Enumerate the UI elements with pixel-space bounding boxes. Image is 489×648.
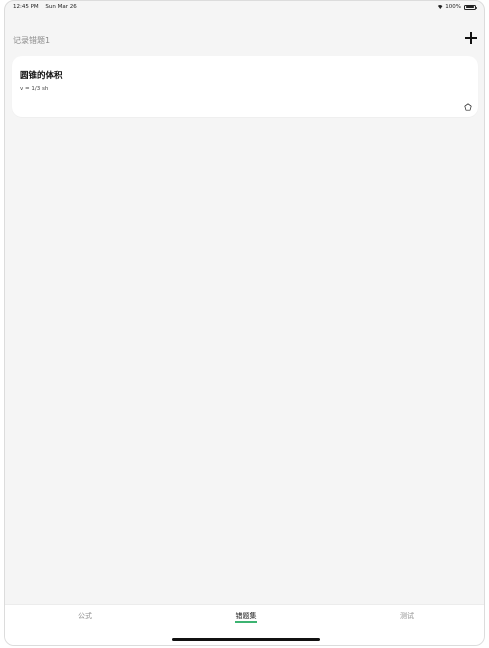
card-formula: v = 1/3 sh [20, 86, 49, 92]
tab-formulas[interactable]: 公式 [25, 611, 145, 621]
home-indicator[interactable] [172, 638, 320, 641]
card-title: 圆锥的体积 [20, 71, 63, 81]
status-bar: 12:45 PM Sun Mar 26 100% [5, 1, 484, 13]
pentagon-outline-icon[interactable] [464, 103, 472, 111]
tab-tests[interactable]: 测试 [347, 611, 467, 621]
tab-label: 错题集 [235, 612, 257, 620]
status-date: Sun Mar 26 [45, 4, 77, 10]
tab-bar: 公式 错题集 测试 [5, 604, 484, 645]
page-title: 记录错题1 [13, 36, 51, 45]
tab-label: 测试 [400, 612, 414, 620]
navigation-bar: 记录错题1 [5, 29, 484, 49]
status-right: 100% [437, 4, 477, 10]
tab-label: 公式 [78, 612, 92, 620]
add-button[interactable] [464, 31, 478, 45]
tab-mistakes[interactable]: 错题集 [186, 611, 306, 623]
status-left: 12:45 PM Sun Mar 26 [13, 4, 82, 10]
formula-card[interactable]: 圆锥的体积 v = 1/3 sh [12, 56, 478, 117]
battery-percent: 100% [445, 4, 461, 10]
wifi-icon [437, 5, 444, 9]
active-tab-indicator [235, 621, 257, 623]
status-time: 12:45 PM [13, 4, 39, 10]
battery-icon [464, 4, 477, 10]
app-window: 12:45 PM Sun Mar 26 100% 记录错题1 圆锥的体积 v =… [4, 0, 485, 646]
